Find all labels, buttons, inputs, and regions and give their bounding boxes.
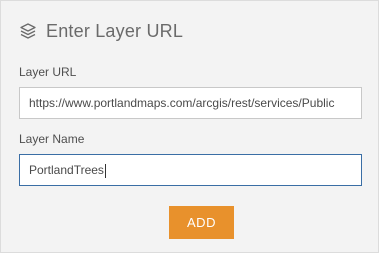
layer-name-label: Layer Name — [19, 132, 85, 146]
layer-url-value: https://www.portlandmaps.com/arcgis/rest… — [29, 96, 335, 110]
add-layer-panel: Enter Layer URL Layer URL https://www.po… — [0, 0, 379, 253]
layer-url-input[interactable]: https://www.portlandmaps.com/arcgis/rest… — [19, 87, 362, 119]
text-cursor — [104, 163, 106, 178]
panel-title: Enter Layer URL — [46, 20, 184, 41]
layer-name-input[interactable]: PortlandTrees — [19, 154, 362, 186]
layer-url-label: Layer URL — [19, 65, 77, 79]
layer-name-value: PortlandTrees — [29, 163, 104, 177]
add-button[interactable]: ADD — [169, 206, 234, 239]
panel-header: Enter Layer URL — [19, 20, 183, 42]
layers-icon — [19, 22, 37, 40]
